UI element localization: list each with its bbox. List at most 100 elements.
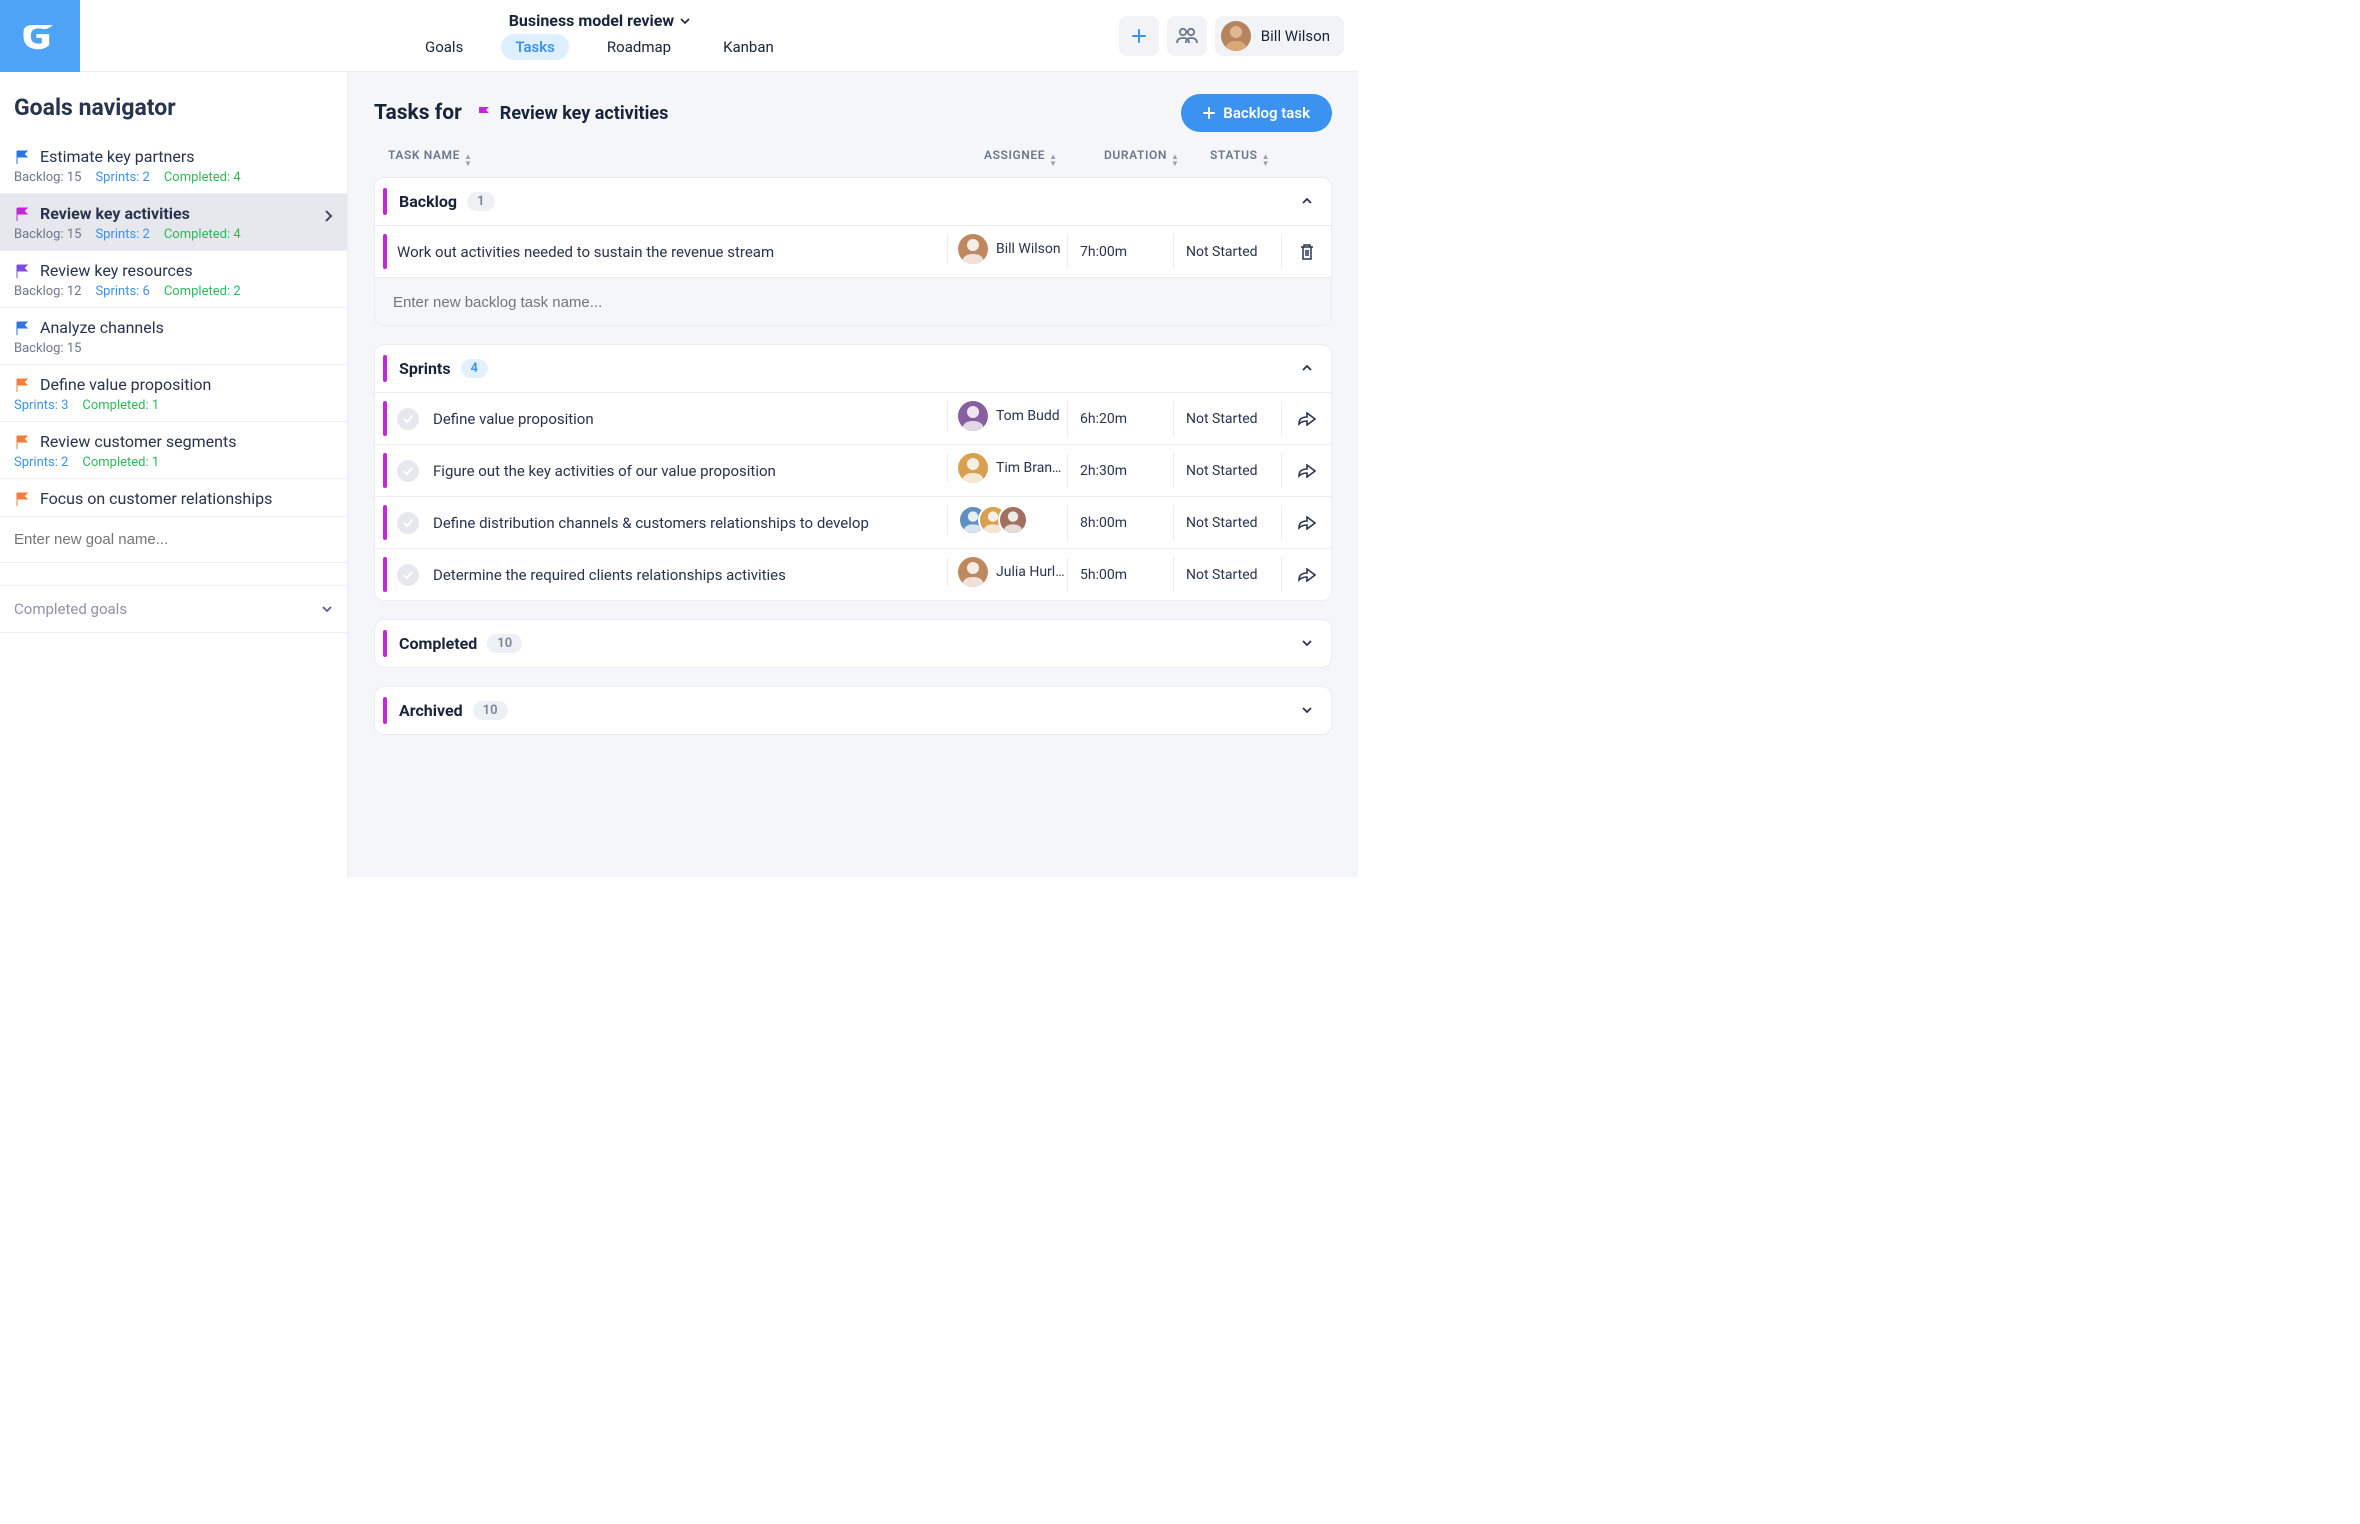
task-checkbox[interactable] xyxy=(397,564,419,586)
goal-name: Estimate key partners xyxy=(40,147,195,166)
task-status[interactable]: Not Started xyxy=(1173,505,1281,540)
section-title: Completed xyxy=(399,634,477,653)
chevron-down-icon xyxy=(680,16,690,26)
delete-task-button[interactable] xyxy=(1281,234,1331,269)
flag-icon xyxy=(14,377,30,393)
task-row[interactable]: Figure out the key activities of our val… xyxy=(375,444,1331,496)
page-title: Tasks for Review key activities xyxy=(374,101,668,125)
goal-name: Review customer segments xyxy=(40,432,237,451)
task-status[interactable]: Not Started xyxy=(1173,557,1281,592)
completed-goals-toggle[interactable]: Completed goals xyxy=(0,585,347,633)
task-name: Determine the required clients relations… xyxy=(419,566,947,584)
sidebar-goal-item[interactable]: Focus on customer relationships xyxy=(0,479,347,517)
app-logo[interactable] xyxy=(0,0,80,72)
count-badge: 10 xyxy=(487,634,522,653)
section-completed-header[interactable]: Completed 10 xyxy=(375,620,1331,667)
tab-tasks[interactable]: Tasks xyxy=(501,34,569,60)
section-title: Sprints xyxy=(399,359,451,378)
backlog-count: Backlog: 15 xyxy=(14,170,81,185)
task-checkbox[interactable] xyxy=(397,460,419,482)
task-row[interactable]: Define distribution channels & customers… xyxy=(375,496,1331,548)
flag-icon xyxy=(476,105,492,121)
title-prefix: Tasks for xyxy=(374,101,462,125)
user-avatar xyxy=(1221,21,1251,51)
add-button[interactable] xyxy=(1119,16,1159,56)
sidebar-goal-item[interactable]: Review key activities Backlog: 15Sprints… xyxy=(0,194,347,251)
task-name: Define value proposition xyxy=(419,410,947,428)
forward-icon xyxy=(1298,516,1316,530)
task-assignee[interactable]: Tim Bran… xyxy=(947,453,1067,483)
backlog-count: Backlog: 15 xyxy=(14,341,81,356)
completed-count: Completed: 4 xyxy=(164,170,241,185)
task-row[interactable]: Work out activities needed to sustain th… xyxy=(375,225,1331,277)
completed-count: Completed: 4 xyxy=(164,227,241,242)
task-status[interactable]: Not Started xyxy=(1173,234,1281,269)
sidebar-goal-item[interactable]: Review customer segments Sprints: 2Compl… xyxy=(0,422,347,479)
sidebar-goal-item[interactable]: Estimate key partners Backlog: 15 Sprints… xyxy=(0,137,347,194)
forward-icon xyxy=(1298,412,1316,426)
section-title: Backlog xyxy=(399,192,457,211)
count-badge: 1 xyxy=(467,192,494,211)
goal-name: Define value proposition xyxy=(40,375,211,394)
chevron-up-icon xyxy=(1301,359,1313,378)
user-menu[interactable]: Bill Wilson xyxy=(1215,16,1344,56)
check-icon xyxy=(402,413,414,425)
check-icon xyxy=(402,465,414,477)
task-checkbox[interactable] xyxy=(397,512,419,534)
sidebar-goal-item[interactable]: Analyze channels Backlog: 15 xyxy=(0,308,347,365)
backlog-count: Backlog: 12 xyxy=(14,284,81,299)
project-title-dropdown[interactable]: Business model review xyxy=(509,11,690,30)
tab-kanban[interactable]: Kanban xyxy=(709,34,788,60)
logo-icon xyxy=(18,14,62,58)
forward-task-button[interactable] xyxy=(1281,453,1331,488)
sprints-count: Sprints: 2 xyxy=(95,170,149,185)
sprints-count: Sprints: 2 xyxy=(95,227,149,242)
task-assignee[interactable] xyxy=(947,505,1067,535)
column-headers: TASK NAME▲▼ ASSIGNEE▲▼ DURATION▲▼ STATUS… xyxy=(374,148,1332,177)
col-duration[interactable]: DURATION▲▼ xyxy=(1104,148,1210,167)
task-status[interactable]: Not Started xyxy=(1173,401,1281,436)
tab-roadmap[interactable]: Roadmap xyxy=(593,34,685,60)
user-name: Bill Wilson xyxy=(1261,27,1330,45)
new-backlog-task-input[interactable] xyxy=(393,294,1313,311)
col-assignee[interactable]: ASSIGNEE▲▼ xyxy=(984,148,1104,167)
sidebar-goal-item[interactable]: Define value proposition Sprints: 3 Compl… xyxy=(0,365,347,422)
task-status[interactable]: Not Started xyxy=(1173,453,1281,488)
sidebar-goal-item[interactable]: Review key resources Backlog: 12Sprints:… xyxy=(0,251,347,308)
people-button[interactable] xyxy=(1167,16,1207,56)
task-name: Define distribution channels & customers… xyxy=(419,514,947,532)
task-assignee[interactable]: Tom Budd xyxy=(947,401,1067,431)
task-duration: 6h:20m xyxy=(1067,401,1173,436)
add-backlog-task-button[interactable]: Backlog task xyxy=(1181,94,1332,132)
forward-task-button[interactable] xyxy=(1281,505,1331,540)
task-checkbox[interactable] xyxy=(397,408,419,430)
plus-icon xyxy=(1131,28,1147,44)
plus-icon xyxy=(1203,107,1215,119)
completed-count: Completed: 1 xyxy=(82,398,159,413)
forward-task-button[interactable] xyxy=(1281,401,1331,436)
sprints-count: Sprints: 2 xyxy=(14,455,68,470)
forward-icon xyxy=(1298,464,1316,478)
tab-goals[interactable]: Goals xyxy=(411,34,477,60)
task-assignee[interactable]: Bill Wilson xyxy=(947,234,1067,264)
col-status[interactable]: STATUS▲▼ xyxy=(1210,148,1318,167)
task-name: Work out activities needed to sustain th… xyxy=(375,243,947,261)
new-goal-input[interactable] xyxy=(0,517,347,563)
section-backlog-header[interactable]: Backlog 1 xyxy=(375,178,1331,225)
sprints-count: Sprints: 3 xyxy=(14,398,68,413)
avatar xyxy=(958,557,988,587)
flag-icon xyxy=(14,263,30,279)
chevron-right-icon xyxy=(323,208,333,227)
col-task-name[interactable]: TASK NAME▲▼ xyxy=(388,148,984,167)
chevron-down-icon xyxy=(1301,701,1313,720)
people-icon xyxy=(1176,27,1198,45)
goal-name: Review key activities xyxy=(40,204,190,223)
forward-task-button[interactable] xyxy=(1281,557,1331,592)
task-assignee[interactable]: Julia Hurley xyxy=(947,557,1067,587)
section-sprints-header[interactable]: Sprints 4 xyxy=(375,345,1331,392)
section-archived-header[interactable]: Archived 10 xyxy=(375,687,1331,734)
chevron-down-icon xyxy=(321,603,333,615)
task-row[interactable]: Determine the required clients relations… xyxy=(375,548,1331,600)
task-row[interactable]: Define value proposition Tom Budd 6h:20m… xyxy=(375,392,1331,444)
completed-count: Completed: 2 xyxy=(164,284,241,299)
